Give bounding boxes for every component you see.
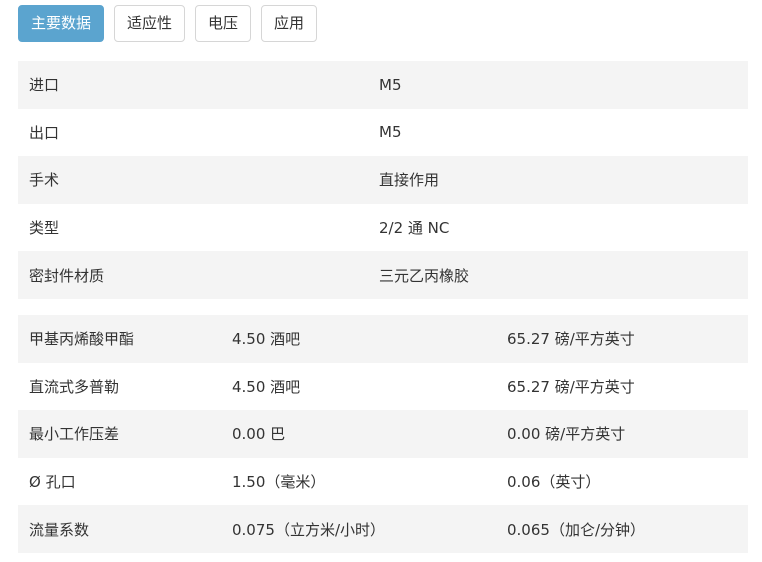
rating-imperial-mopd-dc: 65.27 磅/平方英寸 [496,362,748,411]
table-row: 类型 2/2 通 NC [18,203,748,252]
spec-label-inlet: 进口 [18,61,368,109]
product-data-panel: 主要数据 适应性 电压 应用 进口 M5 出口 M5 手术 直接作用 类型 2/… [0,0,762,562]
spec-label-seal-material: 密封件材质 [18,251,368,299]
rating-label-orifice: Ø 孔口 [18,457,221,506]
rating-label-mopd-ac: 甲基丙烯酸甲酯 [18,315,221,363]
tab-voltage[interactable]: 电压 [195,5,252,42]
rating-label-min-pressure: 最小工作压差 [18,410,221,458]
spec-label-type: 类型 [18,203,368,252]
rating-imperial-mopd-ac: 65.27 磅/平方英寸 [496,315,748,363]
spec-value-outlet: M5 [368,108,748,157]
rating-metric-mopd-ac: 4.50 酒吧 [221,315,496,363]
table-row: 直流式多普勒 4.50 酒吧 65.27 磅/平方英寸 [18,362,748,411]
rating-metric-flow-factor: 0.075（立方米/小时） [221,505,496,553]
table-row: 流量系数 0.075（立方米/小时） 0.065（加仑/分钟） [18,505,748,553]
table-row: 甲基丙烯酸甲酯 4.50 酒吧 65.27 磅/平方英寸 [18,315,748,363]
table-row: 最小工作压差 0.00 巴 0.00 磅/平方英寸 [18,410,748,458]
spec-value-type: 2/2 通 NC [368,203,748,252]
table-row: 密封件材质 三元乙丙橡胶 [18,251,748,299]
rating-label-mopd-dc: 直流式多普勒 [18,362,221,411]
rating-table: 甲基丙烯酸甲酯 4.50 酒吧 65.27 磅/平方英寸 直流式多普勒 4.50… [18,315,748,553]
rating-imperial-orifice: 0.06（英寸） [496,457,748,506]
spec-value-seal-material: 三元乙丙橡胶 [368,251,748,299]
table-row: 进口 M5 [18,61,748,109]
rating-metric-orifice: 1.50（毫米） [221,457,496,506]
spec-value-inlet: M5 [368,61,748,109]
tab-application[interactable]: 应用 [261,5,318,42]
tab-main-data[interactable]: 主要数据 [18,5,105,42]
table-row: 手术 直接作用 [18,156,748,204]
tab-bar: 主要数据 适应性 电压 应用 [18,5,318,42]
spec-label-operation: 手术 [18,156,368,204]
table-row: 出口 M5 [18,108,748,157]
tab-compatibility[interactable]: 适应性 [114,5,186,42]
rating-metric-mopd-dc: 4.50 酒吧 [221,362,496,411]
rating-metric-min-pressure: 0.00 巴 [221,410,496,458]
rating-imperial-min-pressure: 0.00 磅/平方英寸 [496,410,748,458]
rating-imperial-flow-factor: 0.065（加仑/分钟） [496,505,748,553]
table-row: Ø 孔口 1.50（毫米） 0.06（英寸） [18,457,748,506]
spec-value-operation: 直接作用 [368,156,748,204]
rating-label-flow-factor: 流量系数 [18,505,221,553]
spec-table: 进口 M5 出口 M5 手术 直接作用 类型 2/2 通 NC 密封件材质 三元… [18,61,748,299]
spec-label-outlet: 出口 [18,108,368,157]
